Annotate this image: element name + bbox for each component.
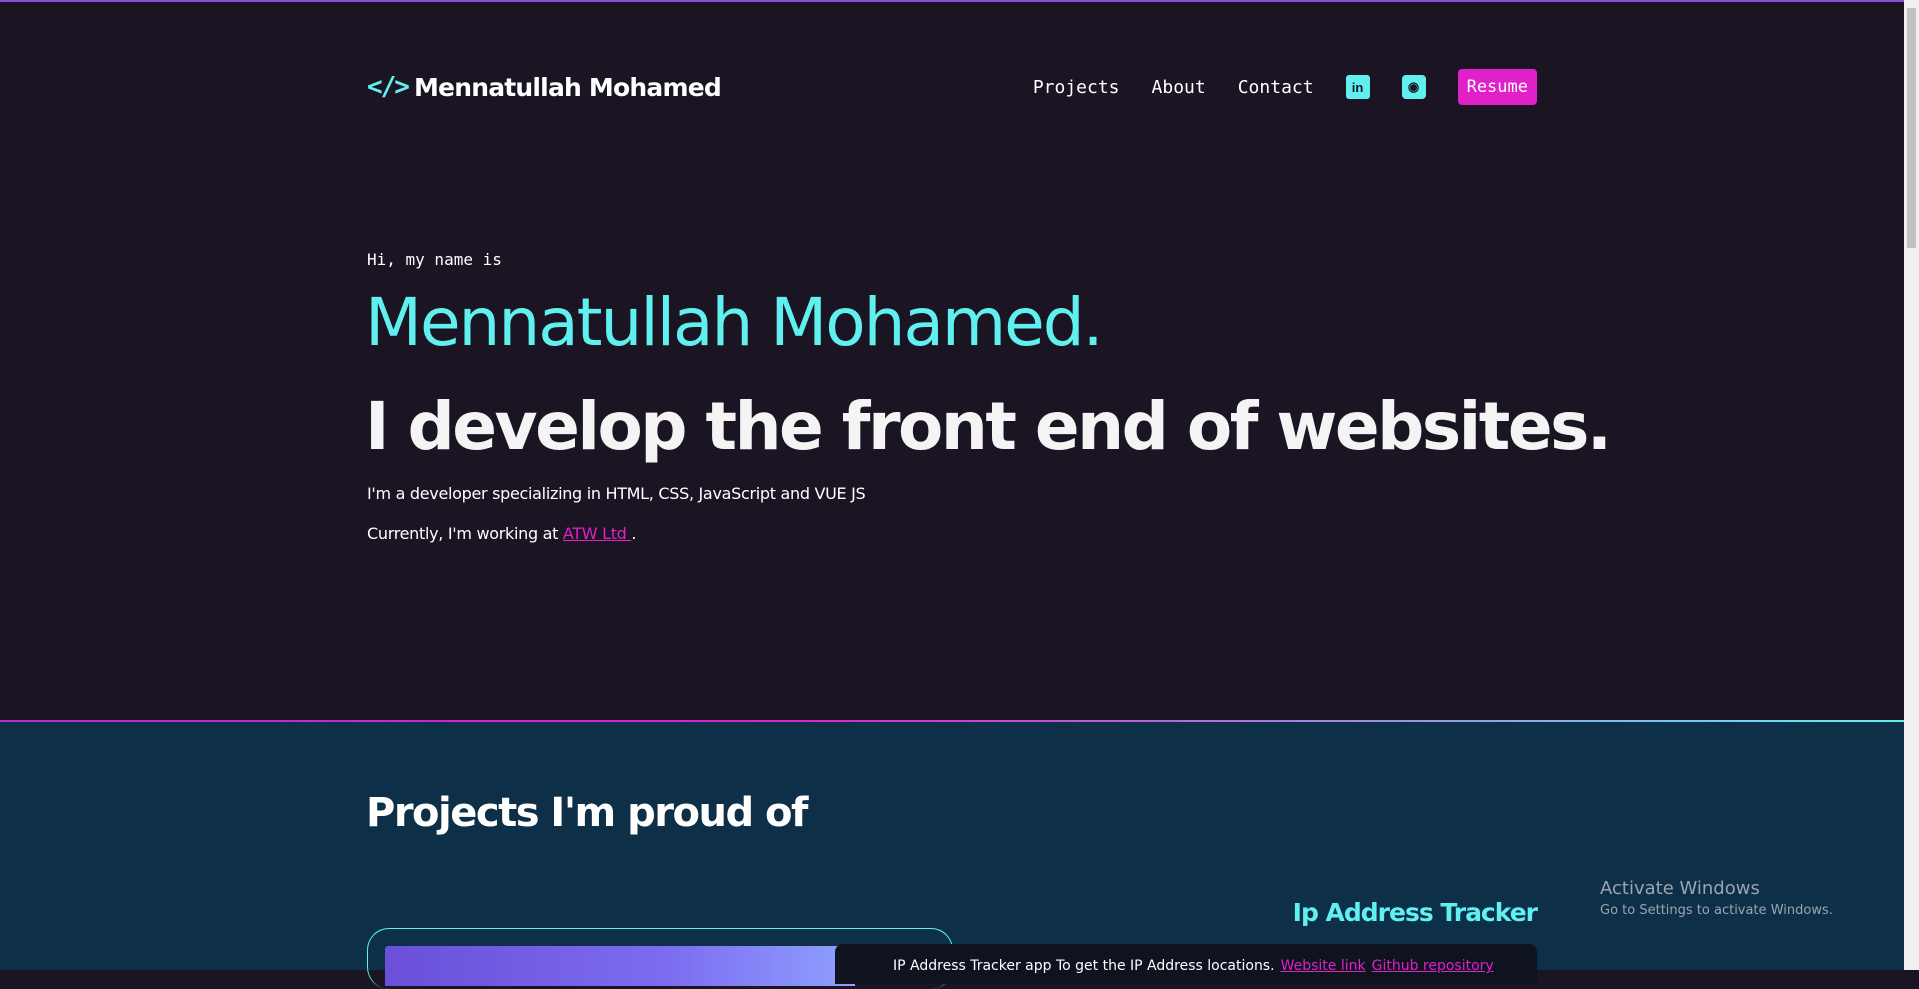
nav-links: Projects About Contact in ◉ Resume [1033,68,1537,106]
code-icon: </> [367,72,410,102]
company-link[interactable]: ATW Ltd [563,524,631,543]
watermark-line2: Go to Settings to activate Windows. [1600,903,1833,918]
nav-link-about[interactable]: About [1152,77,1206,98]
hero-working: Currently, I'm working at ATW Ltd . [367,524,636,543]
site-logo[interactable]: </> Mennatullah Mohamed [367,72,722,102]
navbar: </> Mennatullah Mohamed Projects About C… [367,68,1537,108]
project-description: IP Address Tracker app To get the IP Add… [893,958,1275,974]
watermark-line1: Activate Windows [1600,878,1760,899]
resume-button[interactable]: Resume [1457,69,1537,105]
hero-intro: Hi, my name is [367,250,502,269]
working-suffix: . [631,524,637,543]
scrollbar-thumb[interactable] [1907,8,1916,248]
nav-link-contact[interactable]: Contact [1238,77,1314,98]
nav-link-projects[interactable]: Projects [1033,77,1120,98]
project-image[interactable] [385,946,855,986]
github-icon[interactable]: ◉ [1401,75,1426,99]
page-scrollbar[interactable] [1904,0,1919,970]
windows-activation-watermark: Activate Windows Go to Settings to activ… [1600,878,1833,918]
projects-title: Projects I'm proud of [366,790,808,836]
hero-section: </> Mennatullah Mohamed Projects About C… [0,2,1904,720]
hero-name: Mennatullah Mohamed. [365,284,1104,361]
website-link[interactable]: Website link [1281,958,1366,974]
hero-description: I'm a developer specializing in HTML, CS… [367,484,866,503]
logo-name: Mennatullah Mohamed [413,72,722,102]
working-prefix: Currently, I'm working at [367,524,563,543]
projects-section: Projects I'm proud of Ip Address Tracker… [0,722,1904,989]
github-repo-link[interactable]: Github repository [1372,958,1494,974]
hero-tagline: I develop the front end of websites. [365,388,1612,465]
linkedin-icon[interactable]: in [1345,75,1370,99]
project-title: Ip Address Tracker [1292,898,1538,927]
project-description-line: IP Address Tracker app To get the IP Add… [893,958,1494,974]
project-description-card: IP Address Tracker app To get the IP Add… [835,944,1537,984]
